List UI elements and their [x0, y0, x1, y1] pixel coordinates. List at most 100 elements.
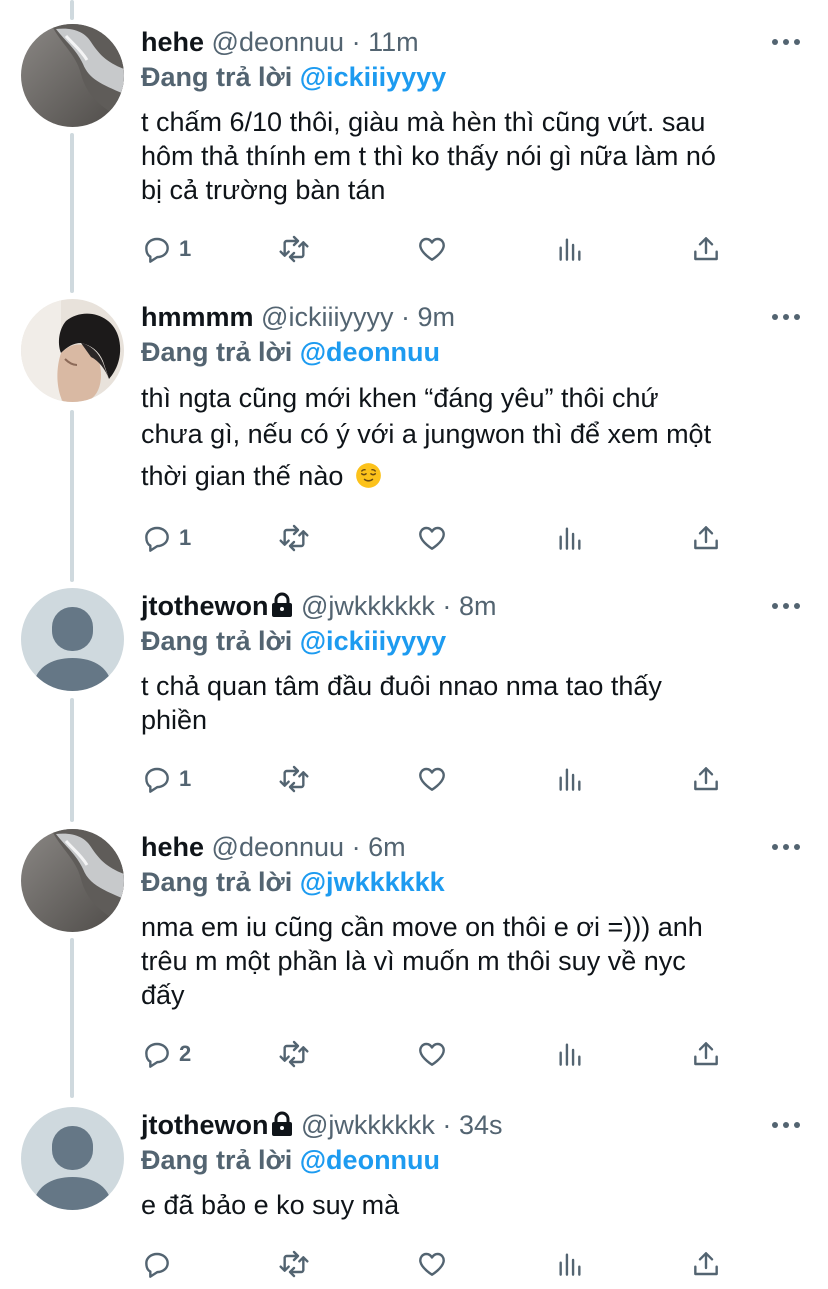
more-options-icon[interactable] — [772, 24, 800, 60]
display-name[interactable]: hmmmm — [141, 302, 254, 332]
replying-to-label: Đang trả lời — [141, 62, 293, 92]
user-handle[interactable]: @jwkkkkkk — [301, 1110, 435, 1140]
tweet-actions: 1 — [141, 520, 731, 556]
reply-count: 1 — [179, 236, 192, 261]
like-button[interactable] — [416, 520, 448, 556]
replying-to-label: Đang trả lời — [141, 1145, 293, 1175]
reply-button[interactable]: 1 — [141, 761, 191, 797]
replying-to-label: Đang trả lời — [141, 626, 293, 656]
reply-icon — [145, 1042, 169, 1068]
tweet-text-line: nma em iu cũng cần move on thôi e ơi =))… — [141, 912, 703, 942]
share-icon — [694, 1042, 718, 1066]
share-icon — [694, 526, 718, 550]
display-name[interactable]: hehe — [141, 27, 204, 57]
timestamp[interactable]: 6m — [368, 832, 406, 862]
analytics-icon — [559, 527, 581, 550]
display-name[interactable]: jtothewon — [141, 1110, 268, 1140]
separator-dot: · — [442, 591, 452, 621]
tweet-text-line: hôm thả thính em t thì ko thấy nói gì nữ… — [141, 141, 716, 171]
heart-icon — [419, 767, 445, 791]
more-options-icon[interactable] — [772, 299, 800, 335]
mention-link[interactable]: @deonnuu — [300, 337, 440, 367]
tweet-text-line: chưa gì, nếu có ý với a jungwon thì để x… — [141, 419, 712, 449]
tweet-actions: 1 — [141, 231, 731, 267]
mention-link[interactable]: @deonnuu — [300, 1145, 440, 1175]
retweet-icon — [279, 235, 309, 263]
user-avatar[interactable] — [21, 24, 124, 127]
mention-link[interactable]: @jwkkkkkk — [300, 867, 445, 897]
share-button[interactable] — [690, 520, 722, 556]
analytics-icon — [559, 1043, 581, 1066]
timestamp[interactable]: 34s — [459, 1110, 503, 1140]
replying-to: Đang trả lời @ickiiiyyyy — [141, 60, 800, 94]
tweet-actions: 1 — [141, 761, 731, 797]
share-button[interactable] — [690, 1036, 722, 1072]
user-handle[interactable]: @deonnuu — [212, 832, 345, 862]
reply-icon — [145, 1252, 169, 1278]
like-button[interactable] — [416, 1246, 448, 1282]
share-button[interactable] — [690, 761, 722, 797]
user-avatar[interactable] — [21, 299, 124, 402]
relieved-face-emoji-icon — [356, 463, 381, 488]
timestamp[interactable]: 11m — [368, 27, 419, 57]
share-icon — [694, 237, 718, 261]
timestamp[interactable]: 9m — [417, 302, 455, 332]
more-options-icon[interactable] — [772, 1107, 800, 1143]
tweet-header: jtothewon @jwkkkkkk · 8m — [141, 588, 800, 624]
analytics-button[interactable] — [554, 520, 586, 556]
retweet-button[interactable] — [278, 1246, 310, 1282]
replying-to: Đang trả lời @ickiiiyyyy — [141, 624, 800, 658]
reply-icon — [145, 767, 169, 793]
tweet-text-line: phiền — [141, 705, 208, 735]
reply-icon — [145, 526, 169, 552]
replying-to: Đang trả lời @jwkkkkkk — [141, 865, 800, 899]
share-button[interactable] — [690, 1246, 722, 1282]
user-avatar[interactable] — [21, 1107, 124, 1210]
more-options-icon[interactable] — [772, 588, 800, 624]
like-button[interactable] — [416, 231, 448, 267]
timestamp[interactable]: 8m — [459, 591, 497, 621]
mention-link[interactable]: @ickiiiyyyy — [300, 626, 446, 656]
mention-link[interactable]: @ickiiiyyyy — [300, 62, 446, 92]
more-options-icon[interactable] — [772, 829, 800, 865]
retweet-button[interactable] — [278, 520, 310, 556]
user-handle[interactable]: @ickiiiyyyy — [261, 302, 393, 332]
reply-button[interactable]: 1 — [141, 520, 191, 556]
separator-dot: · — [400, 302, 410, 332]
retweet-button[interactable] — [278, 1036, 310, 1072]
default-profile-avatar-icon — [21, 1107, 124, 1210]
thread-connector — [70, 938, 74, 1098]
reply-button[interactable]: 2 — [141, 1036, 191, 1072]
analytics-button[interactable] — [554, 1036, 586, 1072]
thread-connector — [70, 133, 74, 293]
retweet-icon — [279, 1250, 309, 1278]
tweet-text-line: thời gian thế nào — [141, 458, 800, 494]
default-profile-avatar-icon — [21, 588, 124, 691]
lock-icon — [272, 1111, 293, 1136]
tweet-text-segment: thời gian thế nào — [141, 461, 344, 491]
share-button[interactable] — [690, 231, 722, 267]
user-avatar[interactable] — [21, 829, 124, 932]
beach-shore-avatar-icon — [21, 24, 124, 127]
like-button[interactable] — [416, 1036, 448, 1072]
tweet-header: jtothewon @jwkkkkkk · 34s — [141, 1107, 800, 1143]
display-name[interactable]: jtothewon — [141, 591, 268, 621]
analytics-button[interactable] — [554, 231, 586, 267]
user-handle[interactable]: @deonnuu — [212, 27, 345, 57]
reply-button[interactable] — [141, 1246, 179, 1282]
user-handle[interactable]: @jwkkkkkk — [301, 591, 435, 621]
analytics-button[interactable] — [554, 1246, 586, 1282]
retweet-button[interactable] — [278, 231, 310, 267]
tweet-header: hehe @deonnuu · 11m — [141, 24, 800, 60]
retweet-button[interactable] — [278, 761, 310, 797]
tweet-text-line: t chấm 6/10 thôi, giàu mà hèn thì cũng v… — [141, 107, 706, 137]
like-button[interactable] — [416, 761, 448, 797]
reply-count: 2 — [179, 1041, 192, 1066]
share-icon — [694, 767, 718, 791]
analytics-button[interactable] — [554, 761, 586, 797]
display-name[interactable]: hehe — [141, 832, 204, 862]
replying-to-label: Đang trả lời — [141, 337, 293, 367]
reply-button[interactable]: 1 — [141, 231, 191, 267]
user-avatar[interactable] — [21, 588, 124, 691]
share-icon — [694, 1252, 718, 1276]
